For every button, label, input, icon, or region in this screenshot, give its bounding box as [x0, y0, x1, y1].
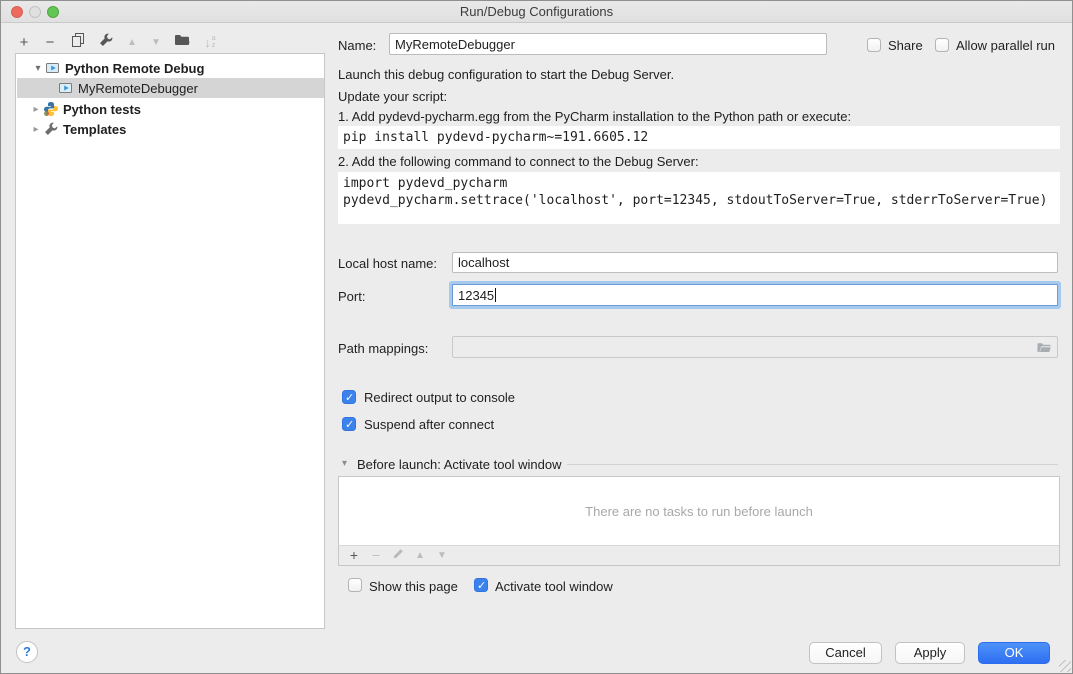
chevron-expanded-icon[interactable]: ▾ [31, 63, 45, 74]
show-this-page-checkbox[interactable] [348, 578, 362, 592]
text-caret [495, 288, 496, 302]
sort-az-icon: ↓ a z [204, 35, 215, 50]
share-checkbox[interactable] [867, 38, 881, 52]
run-configuration-icon [45, 60, 61, 76]
add-configuration-button[interactable]: + [13, 31, 35, 53]
run-debug-configurations-dialog: Run/Debug Configurations + − ▲ ▼ ↓ a z [0, 0, 1073, 674]
move-task-up-button[interactable]: ▲ [409, 546, 431, 564]
share-label[interactable]: Share [888, 38, 923, 53]
activate-tool-window-checkbox[interactable] [474, 578, 488, 592]
edit-task-button[interactable] [387, 546, 409, 564]
run-configuration-icon [58, 80, 74, 96]
copy-icon [70, 32, 86, 52]
plus-icon: + [350, 547, 358, 563]
minus-icon: − [372, 547, 380, 563]
local-host-input[interactable] [452, 252, 1058, 273]
triangle-down-icon: ▼ [437, 550, 447, 561]
tree-item-templates[interactable]: ▸ Templates [17, 119, 324, 139]
description-update: Update your script: [338, 89, 447, 104]
resize-grip[interactable] [1059, 660, 1071, 672]
before-launch-title: Before launch: Activate tool window [357, 457, 562, 472]
before-launch-collapse-icon[interactable]: ▾ [342, 458, 347, 469]
wrench-icon [98, 32, 114, 52]
before-launch-separator [567, 464, 1058, 465]
name-input[interactable] [389, 33, 827, 55]
empty-task-list: There are no tasks to run before launch [339, 477, 1059, 546]
tree-item-label: Python tests [63, 102, 141, 117]
description-step1: 1. Add pydevd-pycharm.egg from the PyCha… [338, 109, 851, 124]
edit-templates-button[interactable] [95, 31, 117, 53]
port-label: Port: [338, 289, 365, 304]
tree-item-label: Templates [63, 122, 126, 137]
task-toolbar: + − ▲ ▼ [339, 545, 1059, 565]
settrace-code: import pydevd_pycharm pydevd_pycharm.sett… [338, 172, 1060, 224]
settrace-code-line2: pydevd_pycharm.settrace('localhost', por… [343, 193, 1047, 208]
remove-configuration-button[interactable]: − [39, 31, 61, 53]
tree-item-label: Python Remote Debug [65, 61, 204, 76]
allow-parallel-run-checkbox[interactable] [935, 38, 949, 52]
chevron-collapsed-icon[interactable]: ▸ [29, 124, 43, 135]
redirect-output-checkbox[interactable] [342, 390, 356, 404]
python-tests-icon [43, 101, 59, 117]
path-mappings-input[interactable] [452, 336, 1058, 358]
suspend-after-connect-checkbox[interactable] [342, 417, 356, 431]
question-mark-icon: ? [23, 644, 31, 659]
wrench-icon [43, 121, 59, 137]
move-up-button[interactable]: ▲ [121, 31, 143, 53]
before-launch-task-panel: There are no tasks to run before launch … [338, 476, 1060, 566]
minus-icon: − [46, 34, 55, 51]
chevron-collapsed-icon[interactable]: ▸ [29, 104, 43, 115]
port-input[interactable]: 12345 [452, 284, 1058, 306]
new-folder-icon [174, 32, 190, 52]
folder-browse-icon[interactable] [1036, 340, 1052, 359]
triangle-down-icon: ▼ [151, 37, 161, 48]
port-value: 12345 [458, 288, 494, 303]
triangle-up-icon: ▲ [415, 550, 425, 561]
copy-configuration-button[interactable] [67, 31, 89, 53]
configurations-tree: ▾ Python Remote Debug MyRemoteDebugger ▸ [15, 53, 325, 629]
tree-item-python-remote-debug[interactable]: ▾ Python Remote Debug [17, 58, 324, 78]
name-label: Name: [338, 38, 376, 53]
activate-tool-window-label[interactable]: Activate tool window [495, 579, 613, 594]
tree-item-label: MyRemoteDebugger [78, 81, 198, 96]
move-down-button[interactable]: ▼ [145, 31, 167, 53]
add-task-button[interactable]: + [343, 546, 365, 564]
description-step2: 2. Add the following command to connect … [338, 154, 699, 169]
apply-button[interactable]: Apply [895, 642, 965, 664]
tree-item-my-remote-debugger[interactable]: MyRemoteDebugger [17, 78, 324, 98]
show-this-page-label[interactable]: Show this page [369, 579, 458, 594]
empty-task-text: There are no tasks to run before launch [585, 504, 813, 519]
titlebar: Run/Debug Configurations [1, 1, 1072, 23]
redirect-output-label[interactable]: Redirect output to console [364, 390, 515, 405]
allow-parallel-run-label[interactable]: Allow parallel run [956, 38, 1055, 53]
help-button[interactable]: ? [16, 641, 38, 663]
sort-configurations-button[interactable]: ↓ a z [199, 31, 221, 53]
pip-install-code: pip install pydevd-pycharm~=191.6605.12 [338, 126, 1060, 149]
ok-button[interactable]: OK [978, 642, 1050, 664]
create-folder-button[interactable] [171, 31, 193, 53]
move-task-down-button[interactable]: ▼ [431, 546, 453, 564]
local-host-label: Local host name: [338, 256, 437, 271]
triangle-up-icon: ▲ [127, 37, 137, 48]
window-title: Run/Debug Configurations [1, 1, 1072, 23]
description-intro: Launch this debug configuration to start… [338, 67, 674, 82]
tree-item-python-tests[interactable]: ▸ Python tests [17, 99, 324, 119]
settrace-code-line1: import pydevd_pycharm [343, 176, 507, 191]
cancel-button[interactable]: Cancel [809, 642, 882, 664]
path-mappings-label: Path mappings: [338, 341, 428, 356]
suspend-after-connect-label[interactable]: Suspend after connect [364, 417, 494, 432]
plus-icon: + [20, 34, 29, 51]
remove-task-button[interactable]: − [365, 546, 387, 564]
pencil-icon [391, 547, 405, 564]
